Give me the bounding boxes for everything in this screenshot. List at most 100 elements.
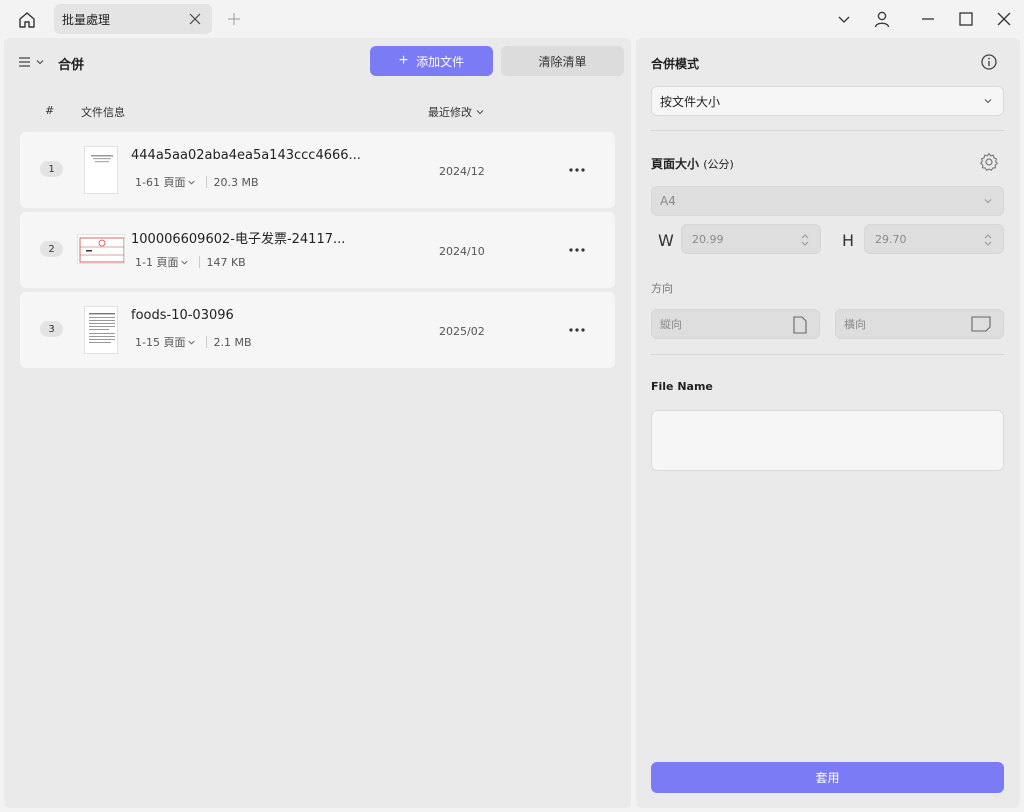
row-index-badge: 1 — [40, 161, 63, 177]
height-value: 29.70 — [875, 232, 907, 246]
add-file-button[interactable]: + 添加文件 — [370, 46, 493, 76]
page-size-unit: (公分) — [703, 158, 734, 171]
file-thumbnail — [84, 146, 118, 194]
file-thumbnail — [84, 306, 118, 354]
title-bar: 批量處理 — [0, 0, 1024, 38]
file-list-panel: 合併 + 添加文件 清除清單 # 文件信息 最近修改 1 444a5aa02ab… — [4, 38, 631, 808]
page-size-value: A4 — [660, 194, 676, 208]
settings-panel: 合併模式 按文件大小 頁面大小 (公分) A4 W 20.99 H 29.70 … — [636, 38, 1020, 808]
row-index-badge: 3 — [40, 321, 63, 337]
width-stepper[interactable]: 20.99 — [681, 224, 821, 254]
width-label: W — [658, 231, 674, 250]
file-size: 20.3 MB — [213, 175, 259, 189]
table-row[interactable]: 1 444a5aa02aba4ea5a143ccc4666... 1-61 頁面… — [20, 132, 615, 208]
page-size-select[interactable]: A4 — [651, 186, 1004, 216]
new-tab-plus-icon[interactable] — [226, 11, 242, 27]
list-header: # 文件信息 最近修改 — [4, 100, 631, 122]
page-title: 合併 — [58, 58, 85, 73]
row-index-badge: 2 — [40, 241, 63, 257]
portrait-option[interactable]: 縱向 — [651, 309, 820, 339]
page-range-select[interactable]: 1-1 頁面 — [135, 254, 178, 270]
apply-label: 套用 — [815, 771, 840, 785]
close-icon[interactable] — [188, 12, 202, 26]
divider — [206, 176, 208, 188]
file-date: 2025/02 — [439, 325, 485, 338]
dropdown-button[interactable] — [834, 9, 854, 29]
close-window-button[interactable] — [994, 9, 1014, 29]
divider — [651, 354, 1004, 355]
add-file-label: 添加文件 — [416, 54, 465, 69]
more-icon — [569, 168, 585, 172]
chevron-down-icon — [984, 99, 992, 104]
stepper-arrows-icon[interactable] — [983, 232, 993, 248]
file-name: 444a5aa02aba4ea5a143ccc4666... — [131, 148, 361, 163]
merge-mode-select[interactable]: 按文件大小 — [651, 86, 1004, 116]
file-name-label: File Name — [651, 380, 713, 393]
width-value: 20.99 — [692, 232, 724, 246]
more-icon — [569, 248, 585, 252]
home-icon — [19, 12, 35, 28]
merge-mode-label: 合併模式 — [651, 57, 700, 71]
page-range-select[interactable]: 1-61 頁面 — [135, 174, 185, 190]
file-meta: 1-15 頁面 2.1 MB — [135, 334, 252, 350]
tab-label: 批量處理 — [62, 12, 111, 27]
page-size-label: 頁面大小 (公分) — [651, 155, 734, 172]
merge-mode-value: 按文件大小 — [660, 94, 721, 109]
tab-batch-processing[interactable]: 批量處理 — [54, 4, 212, 34]
list-menu-icon — [19, 57, 30, 67]
minimize-icon — [922, 18, 934, 20]
chevron-down-icon[interactable] — [187, 338, 196, 347]
clear-list-label: 清除清單 — [538, 54, 587, 69]
info-icon[interactable] — [980, 53, 998, 71]
file-date: 2024/12 — [439, 165, 485, 178]
chevron-down-icon — [476, 110, 484, 115]
file-size: 2.1 MB — [213, 335, 252, 349]
landscape-label: 橫向 — [844, 318, 866, 331]
file-meta: 1-1 頁面 147 KB — [135, 254, 246, 270]
menu-toggle[interactable] — [18, 53, 48, 71]
divider — [199, 256, 201, 268]
height-stepper[interactable]: 29.70 — [864, 224, 1004, 254]
list-toolbar: 合併 + 添加文件 清除清單 — [4, 38, 631, 86]
landscape-page-icon — [971, 316, 991, 332]
plus-icon: + — [398, 52, 409, 69]
divider — [206, 336, 208, 348]
sort-label: 最近修改 — [428, 106, 472, 119]
page-range-select[interactable]: 1-15 頁面 — [135, 334, 185, 350]
account-button[interactable] — [872, 9, 892, 29]
chevron-down-icon[interactable] — [180, 258, 189, 267]
table-row[interactable]: 2 100006609602-电子发票-24117... 1-1 頁面 147 … — [20, 212, 615, 288]
file-name-input[interactable] — [651, 410, 1004, 471]
maximize-icon — [959, 12, 973, 26]
sort-recent-modified[interactable]: 最近修改 — [428, 104, 485, 120]
chevron-down-icon[interactable] — [187, 178, 196, 187]
file-meta: 1-61 頁面 20.3 MB — [135, 174, 259, 190]
more-options-button[interactable] — [565, 160, 589, 180]
more-icon — [569, 328, 585, 332]
page-size-title: 頁面大小 — [651, 157, 700, 171]
column-index: # — [45, 104, 55, 117]
chevron-down-icon — [36, 60, 44, 65]
file-thumbnail — [77, 234, 125, 264]
apply-button[interactable]: 套用 — [651, 762, 1004, 793]
maximize-button[interactable] — [956, 9, 976, 29]
file-name: foods-10-03096 — [131, 308, 234, 323]
more-options-button[interactable] — [565, 240, 589, 260]
divider — [651, 130, 1004, 131]
close-icon — [997, 12, 1011, 26]
landscape-option[interactable]: 橫向 — [835, 309, 1004, 339]
table-row[interactable]: 3 foods-10-03096 1-15 頁面 2.1 MB 2025/02 — [20, 292, 615, 368]
clear-list-button[interactable]: 清除清單 — [501, 46, 624, 76]
gear-icon[interactable] — [979, 152, 999, 172]
more-options-button[interactable] — [565, 320, 589, 340]
chevron-down-icon — [838, 16, 850, 23]
file-size: 147 KB — [206, 255, 246, 269]
file-name: 100006609602-电子发票-24117... — [131, 232, 346, 247]
home-button[interactable] — [14, 7, 40, 33]
stepper-arrows-icon[interactable] — [800, 232, 810, 248]
chevron-down-icon — [984, 199, 992, 204]
minimize-button[interactable] — [918, 9, 938, 29]
height-label: H — [842, 231, 855, 250]
column-file-info: 文件信息 — [81, 106, 125, 119]
orientation-label: 方向 — [651, 282, 673, 295]
